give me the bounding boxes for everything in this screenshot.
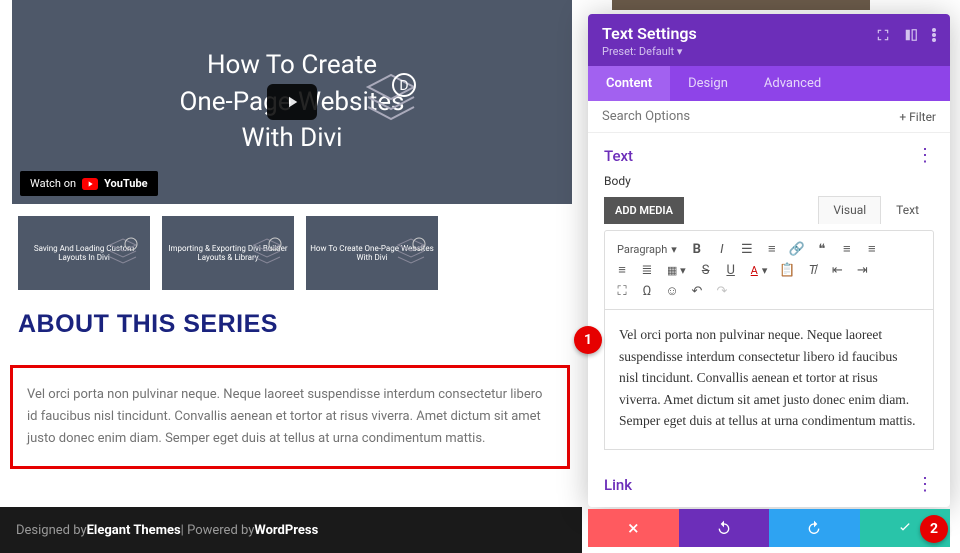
snap-icon[interactable] xyxy=(904,28,918,42)
table-icon[interactable]: ▦ ▾ xyxy=(663,262,690,279)
add-media-button[interactable]: ADD MEDIA xyxy=(604,197,684,224)
redo-icon[interactable]: ↷ xyxy=(713,282,731,300)
main-video[interactable]: How To Create One-Page Websites With Div… xyxy=(12,0,572,204)
search-input[interactable] xyxy=(602,109,899,124)
section-more-icon[interactable]: ⋮ xyxy=(916,474,934,495)
watch-on-youtube[interactable]: Watch on YouTube xyxy=(20,171,158,196)
header-image-strip xyxy=(612,0,870,10)
section-title[interactable]: Link xyxy=(604,476,632,494)
panel-title: Text Settings xyxy=(602,24,697,43)
watch-label: Watch on xyxy=(30,177,76,190)
underline-icon[interactable]: U xyxy=(722,261,740,279)
quote-icon[interactable]: ❝ xyxy=(813,240,831,258)
panel-header[interactable]: Text Settings Preset: Default ▾ xyxy=(588,14,950,66)
preset-selector[interactable]: Preset: Default ▾ xyxy=(602,45,697,58)
focus-icon[interactable] xyxy=(876,28,890,42)
footer-text: Designed by xyxy=(16,523,87,538)
ul-icon[interactable]: ☰ xyxy=(738,240,756,258)
filter-button[interactable]: + Filter xyxy=(899,110,936,124)
align-center-icon[interactable]: ≡ xyxy=(613,261,631,279)
text-section: Text ⋮ Body ADD MEDIA Visual Text Paragr… xyxy=(588,133,950,462)
divi-icon xyxy=(106,235,140,271)
more-icon[interactable] xyxy=(932,28,936,42)
youtube-label: YouTube xyxy=(104,177,148,190)
editor-toolbar: Paragraph ▾ B I ☰ ≡ 🔗 ❝ ≡ ≡ ≡ ≣ ▦ ▾ S U … xyxy=(604,230,934,310)
undo-icon[interactable]: ↶ xyxy=(688,282,706,300)
outdent-icon[interactable]: ⇤ xyxy=(828,261,846,279)
settings-panel: Text Settings Preset: Default ▾ Content … xyxy=(588,14,950,507)
video-thumbnails: Saving And Loading Custom Layouts In Div… xyxy=(18,216,582,290)
page-preview: How To Create One-Page Websites With Div… xyxy=(0,0,582,469)
youtube-icon xyxy=(82,178,98,190)
section-more-icon[interactable]: ⋮ xyxy=(916,145,934,166)
thumbnail[interactable]: Importing & Exporting Divi Builder Layou… xyxy=(162,216,294,290)
site-footer: Designed by Elegant Themes | Powered by … xyxy=(0,507,582,553)
align-right-icon[interactable]: ≡ xyxy=(863,240,881,258)
align-left-icon[interactable]: ≡ xyxy=(838,240,856,258)
svg-text:D: D xyxy=(399,78,408,94)
callout-2: 2 xyxy=(920,515,948,543)
body-label: Body xyxy=(604,174,934,188)
divi-icon xyxy=(394,235,428,271)
text-color-icon[interactable]: A ▾ xyxy=(747,262,772,279)
clear-format-icon[interactable]: T̸ xyxy=(803,261,821,279)
italic-icon[interactable]: I xyxy=(713,240,731,258)
fullscreen-icon[interactable]: ⛶ xyxy=(613,282,631,300)
paragraph-select[interactable]: Paragraph ▾ xyxy=(613,241,681,258)
thumbnail[interactable]: Saving And Loading Custom Layouts In Div… xyxy=(18,216,150,290)
footer-platform-link[interactable]: WordPress xyxy=(254,523,318,538)
panel-action-bar xyxy=(588,509,950,547)
footer-theme-link[interactable]: Elegant Themes xyxy=(87,523,181,538)
ol-icon[interactable]: ≡ xyxy=(763,240,781,258)
section-title[interactable]: Text xyxy=(604,147,633,165)
redo-button[interactable] xyxy=(769,509,860,547)
search-row: + Filter xyxy=(588,101,950,133)
paste-icon[interactable]: 📋 xyxy=(778,261,796,279)
divi-logo-icon: D xyxy=(360,69,422,135)
divi-icon xyxy=(250,235,284,271)
thumbnail[interactable]: How To Create One-Page Websites With Div… xyxy=(306,216,438,290)
justify-icon[interactable]: ≣ xyxy=(638,261,656,279)
emoji-icon[interactable]: ☺ xyxy=(663,282,681,300)
visual-tab[interactable]: Visual xyxy=(818,196,881,224)
series-heading: ABOUT THIS SERIES xyxy=(18,310,582,339)
tab-advanced[interactable]: Advanced xyxy=(746,66,839,101)
tab-content[interactable]: Content xyxy=(588,66,670,101)
bold-icon[interactable]: B xyxy=(688,240,706,258)
footer-text: | Powered by xyxy=(181,523,255,538)
selected-text-module[interactable]: Vel orci porta non pulvinar neque. Neque… xyxy=(10,365,570,469)
panel-tabs: Content Design Advanced xyxy=(588,66,950,101)
callout-1: 1 xyxy=(574,326,602,354)
strikethrough-icon[interactable]: S xyxy=(697,261,715,279)
editor-textarea[interactable]: Vel orci porta non pulvinar neque. Neque… xyxy=(604,310,934,450)
play-button[interactable] xyxy=(267,84,317,120)
link-icon[interactable]: 🔗 xyxy=(788,240,806,258)
link-section: Link ⋮ xyxy=(588,462,950,507)
text-tab[interactable]: Text xyxy=(881,196,934,224)
undo-button[interactable] xyxy=(679,509,770,547)
special-char-icon[interactable]: Ω xyxy=(638,282,656,300)
tab-design[interactable]: Design xyxy=(670,66,746,101)
cancel-button[interactable] xyxy=(588,509,679,547)
indent-icon[interactable]: ⇥ xyxy=(853,261,871,279)
